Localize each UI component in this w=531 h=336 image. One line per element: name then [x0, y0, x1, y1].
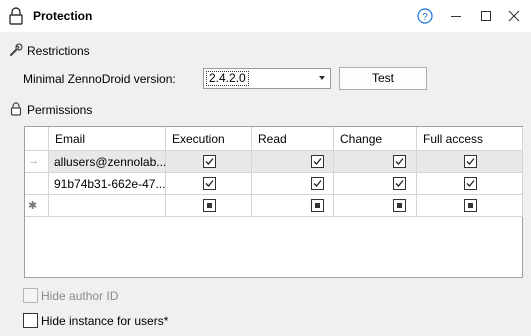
lock-icon	[10, 102, 22, 116]
row-header-corner	[25, 127, 49, 151]
column-header-read[interactable]: Read	[252, 127, 334, 151]
permissions-table[interactable]: Email Execution Read Change Full access …	[24, 126, 523, 278]
new-row-asterisk-icon: ✱	[28, 200, 38, 212]
full-access-checkbox[interactable]	[464, 177, 477, 190]
email-cell[interactable]: allusers@zennolab....	[49, 151, 170, 173]
version-label: Minimal ZennoDroid version:	[23, 72, 176, 86]
hide-instance-checkbox[interactable]	[23, 313, 38, 328]
wrench-icon	[10, 43, 23, 56]
full-access-checkbox[interactable]	[464, 199, 477, 212]
email-cell[interactable]	[49, 195, 166, 217]
close-icon[interactable]	[506, 8, 522, 24]
read-checkbox[interactable]	[311, 199, 324, 212]
maximize-icon[interactable]	[478, 8, 494, 24]
version-dropdown[interactable]: 2.4.2.0	[203, 68, 331, 89]
email-cell[interactable]: 91b74b31-662e-47...	[49, 173, 166, 195]
svg-text:?: ?	[422, 12, 428, 23]
full-access-checkbox[interactable]	[464, 155, 477, 168]
read-checkbox[interactable]	[311, 177, 324, 190]
restrictions-heading: Restrictions	[27, 44, 90, 58]
hide-author-id-label: Hide author ID	[41, 289, 119, 303]
column-header-execution[interactable]: Execution	[166, 127, 252, 151]
version-value: 2.4.2.0	[206, 71, 249, 86]
current-row-arrow-icon: →	[28, 155, 39, 167]
read-checkbox[interactable]	[311, 155, 324, 168]
hide-author-id-checkbox	[23, 288, 38, 303]
column-header-change[interactable]: Change	[334, 127, 417, 151]
column-header-email[interactable]: Email	[49, 127, 166, 151]
execution-checkbox[interactable]	[203, 155, 216, 168]
column-header-full-access[interactable]: Full access	[417, 127, 523, 151]
window-title: Protection	[33, 9, 93, 23]
change-checkbox[interactable]	[393, 199, 406, 212]
execution-checkbox[interactable]	[203, 177, 216, 190]
permissions-heading: Permissions	[27, 103, 93, 117]
change-checkbox[interactable]	[393, 155, 406, 168]
chevron-down-icon	[319, 76, 325, 80]
change-checkbox[interactable]	[393, 177, 406, 190]
help-icon[interactable]: ?	[417, 8, 433, 24]
test-button[interactable]: Test	[339, 67, 427, 90]
hide-instance-label[interactable]: Hide instance for users*	[41, 314, 168, 328]
execution-checkbox[interactable]	[203, 199, 216, 212]
title-bar: Protection ?	[0, 0, 531, 32]
minimize-icon[interactable]	[448, 8, 464, 24]
lock-icon	[9, 7, 23, 25]
